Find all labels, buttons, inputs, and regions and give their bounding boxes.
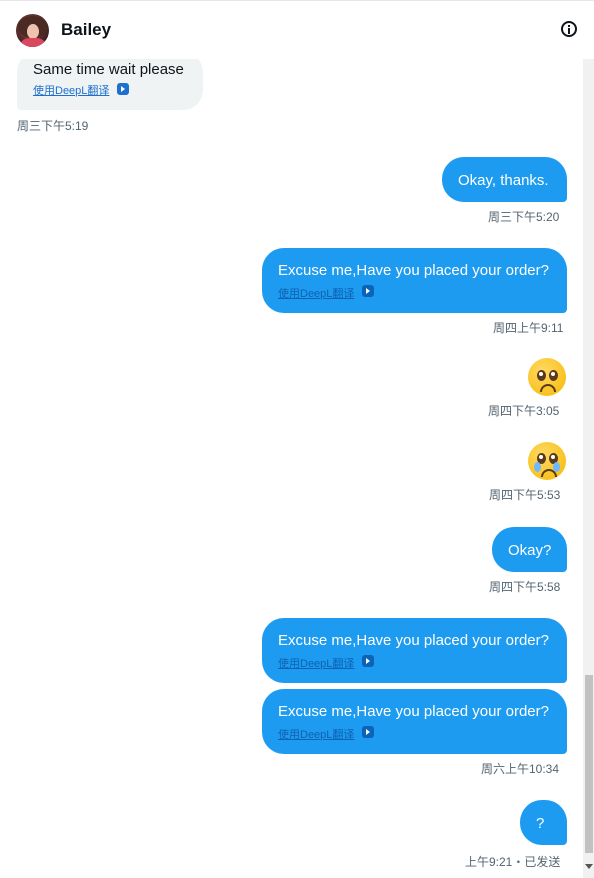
sent-message-text: ? [536,815,545,832]
message-timestamp: 周四上午9:11 [493,321,564,335]
sent-message-text: Excuse me,Have you placed your order? [278,703,549,720]
avatar-body [21,38,45,47]
pleading-face-emoji [528,358,566,396]
message-timestamp: 周四下午5:58 [489,580,561,594]
emoji-mouth [540,384,556,392]
message-timestamp: 周六上午10:34 [481,762,560,776]
sent-message-text: Okay? [508,542,552,559]
scrollbar-thumb[interactable] [585,675,593,853]
info-icon[interactable] [561,21,577,37]
sent-message-text: Excuse me,Have you placed your order? [278,632,549,649]
deepl-translate-link[interactable]: 使用DeepL翻译 [278,285,354,301]
deepl-icon[interactable] [362,726,374,738]
scroll-down-arrow-icon[interactable] [585,864,593,869]
emoji-eye [549,370,558,381]
deepl-icon[interactable] [362,285,374,297]
sent-message-text: Excuse me,Have you placed your order? [278,262,549,279]
sent-message-bubble [262,248,567,313]
sent-message-bubble [262,618,567,683]
emoji-tear [534,462,541,472]
deepl-translate-link[interactable]: 使用DeepL翻译 [33,82,109,98]
deepl-icon[interactable] [362,655,374,667]
deepl-icon[interactable] [117,83,129,95]
conversation-header: Bailey [0,0,594,59]
deepl-translate-link[interactable]: 使用DeepL翻译 [278,655,354,671]
sent-message-text: Okay, thanks. [458,172,549,189]
emoji-eye [537,370,546,381]
received-message-text: Same time wait please [33,61,184,78]
message-timestamp: 周三下午5:19 [17,119,89,133]
avatar-face [27,24,39,39]
sent-message-bubble [262,689,567,754]
conversation-title[interactable]: Bailey [61,20,111,40]
message-timestamp: 周三下午5:20 [488,210,560,224]
message-timestamp: 周四下午3:05 [488,404,560,418]
avatar[interactable] [16,14,49,47]
message-status: 上午9:21・已发送 [465,855,561,869]
deepl-translate-link[interactable]: 使用DeepL翻译 [278,726,354,742]
message-timestamp: 周四下午5:53 [489,488,561,502]
face-holding-back-tears-emoji [528,442,566,480]
